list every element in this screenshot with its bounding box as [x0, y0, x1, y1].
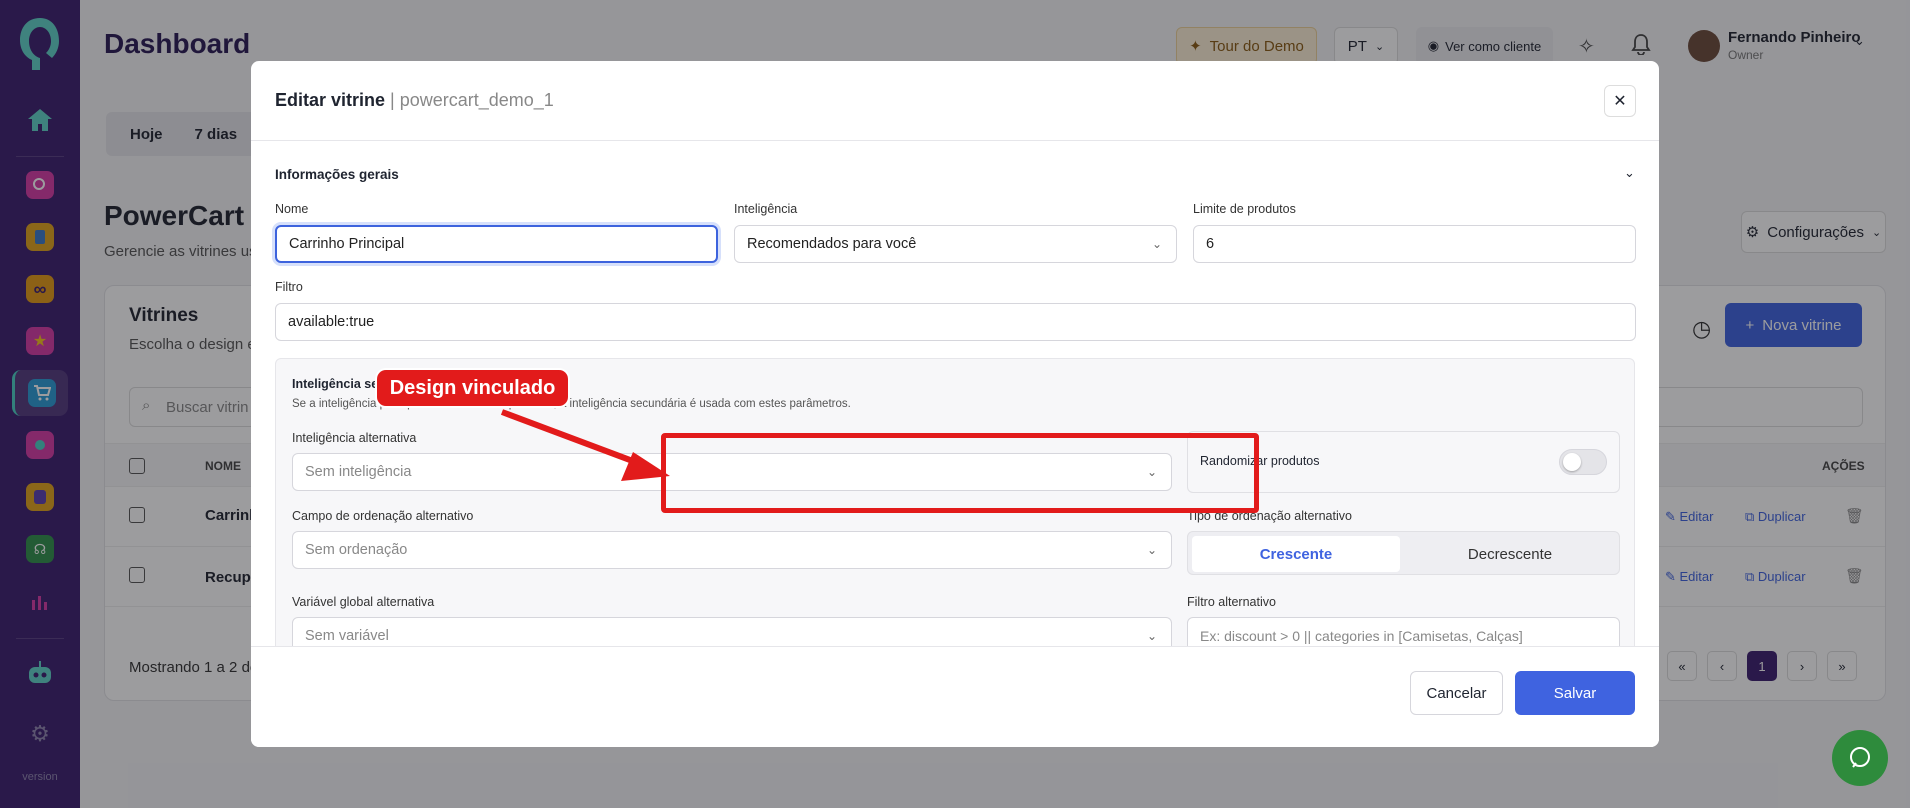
annotation-arrow: [500, 409, 670, 481]
annotation-callout: Design vinculado: [377, 370, 568, 406]
chat-bubble-icon[interactable]: [1832, 730, 1888, 786]
